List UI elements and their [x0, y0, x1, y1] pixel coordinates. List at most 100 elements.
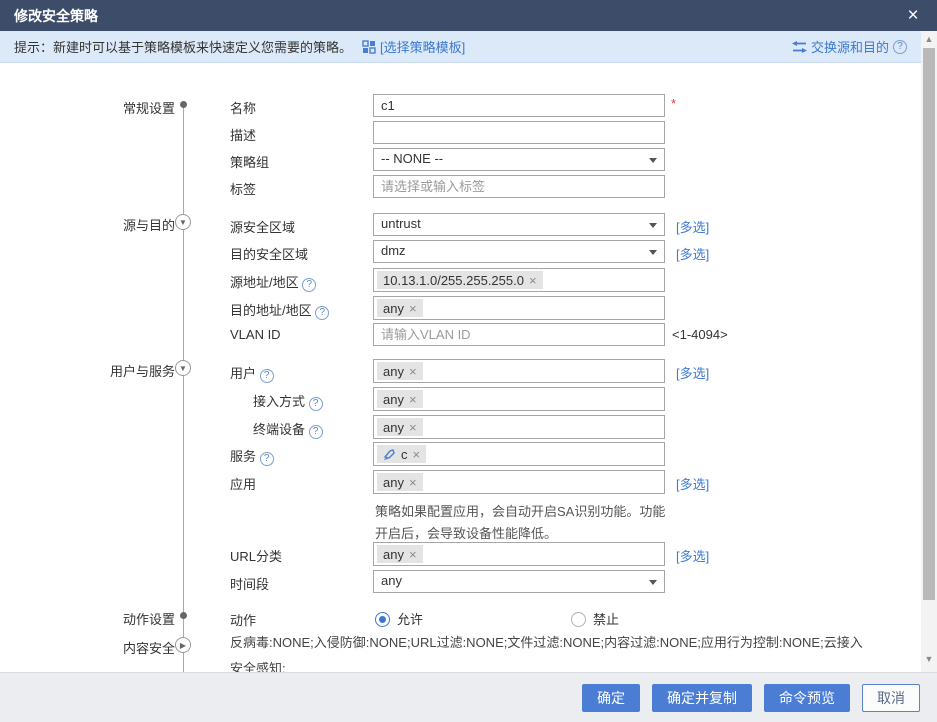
remove-tag-icon[interactable]: × — [409, 547, 417, 562]
application-tagbox[interactable]: any× — [373, 470, 665, 494]
src-zone-value: untrust — [381, 216, 421, 231]
chevron-down-icon — [649, 158, 657, 163]
src-addr-label: 源地址/地区 ? — [230, 272, 316, 292]
time-range-select[interactable]: any — [373, 570, 665, 593]
scroll-up-icon[interactable]: ▲ — [921, 34, 937, 44]
dialog-footer: 确定 确定并复制 命令预览 取消 — [0, 672, 937, 722]
deny-label: 禁止 — [593, 612, 619, 627]
chevron-down-icon — [649, 580, 657, 585]
access-mode-tagbox[interactable]: any× — [373, 387, 665, 411]
remove-tag-icon[interactable]: × — [409, 475, 417, 490]
modify-security-policy-dialog: 修改安全策略 × 提示：新建时可以基于策略模板来快速定义您需要的策略。 [选择策… — [0, 0, 937, 722]
terminal-row: 终端设备 ? any× — [0, 415, 937, 439]
src-zone-select[interactable]: untrust — [373, 213, 665, 236]
command-preview-button[interactable]: 命令预览 — [764, 684, 850, 712]
help-icon[interactable]: ? — [893, 40, 907, 54]
close-icon[interactable]: × — [901, 4, 925, 28]
remove-tag-icon[interactable]: × — [409, 420, 417, 435]
expand-icon[interactable]: ▶ — [175, 637, 191, 653]
remove-tag-icon[interactable]: × — [409, 364, 417, 379]
src-zone-multi-link[interactable]: [多选] — [676, 217, 709, 236]
dst-addr-label: 目的地址/地区 ? — [230, 300, 329, 320]
policy-group-value: -- NONE -- — [381, 151, 443, 166]
swap-source-dest-link[interactable]: 交换源和目的 — [811, 37, 889, 56]
tag-chip: any× — [377, 418, 423, 436]
action-label: 动作 — [230, 610, 256, 629]
dst-addr-tagbox[interactable]: any× — [373, 296, 665, 320]
tag-chip: any× — [377, 362, 423, 380]
scroll-down-icon[interactable]: ▼ — [921, 654, 937, 664]
service-row: 服务 ? c× — [0, 442, 937, 466]
action-row: 动作 允许 禁止 — [0, 606, 937, 630]
tag-chip: 10.13.1.0/255.255.255.0× — [377, 271, 543, 289]
application-label: 应用 — [230, 474, 256, 493]
terminal-tagbox[interactable]: any× — [373, 415, 665, 439]
tag-row: 标签 — [0, 175, 937, 199]
src-addr-tagbox[interactable]: 10.13.1.0/255.255.255.0× — [373, 268, 665, 292]
user-multi-link[interactable]: [多选] — [676, 363, 709, 382]
content-security-summary: 反病毒:NONE;入侵防御:NONE;URL过滤:NONE;文件过滤:NONE;… — [230, 630, 875, 672]
service-object-icon — [383, 448, 396, 461]
user-tagbox[interactable]: any× — [373, 359, 665, 383]
policy-group-label: 策略组 — [230, 152, 269, 171]
section-content-security: 内容安全 — [123, 638, 175, 657]
src-addr-row: 源地址/地区 ? 10.13.1.0/255.255.255.0× — [0, 268, 937, 292]
vlan-label: VLAN ID — [230, 327, 281, 342]
help-icon[interactable]: ? — [309, 425, 323, 439]
help-icon[interactable]: ? — [260, 369, 274, 383]
required-asterisk: * — [671, 96, 676, 111]
dst-zone-label: 目的安全区域 — [230, 244, 308, 263]
dst-zone-multi-link[interactable]: [多选] — [676, 244, 709, 263]
dst-zone-value: dmz — [381, 243, 406, 258]
tag-chip: any× — [377, 545, 423, 563]
remove-tag-icon[interactable]: × — [409, 301, 417, 316]
dialog-titlebar: 修改安全策略 × — [0, 0, 937, 31]
remove-tag-icon[interactable]: × — [529, 273, 537, 288]
remove-tag-icon[interactable]: × — [413, 447, 421, 462]
user-row: 用户 ? any× [多选] — [0, 359, 937, 383]
dst-zone-select[interactable]: dmz — [373, 240, 665, 263]
help-icon[interactable]: ? — [302, 278, 316, 292]
vlan-input[interactable] — [373, 323, 665, 346]
deny-radio[interactable] — [571, 612, 586, 627]
src-zone-row: 源安全区域 untrust [多选] — [0, 213, 937, 237]
template-icon — [362, 40, 376, 54]
description-input[interactable] — [373, 121, 665, 144]
swap-source-dest-icon — [792, 41, 807, 53]
description-label: 描述 — [230, 125, 256, 144]
service-label: 服务 ? — [230, 446, 274, 466]
time-range-value: any — [381, 573, 402, 588]
help-icon[interactable]: ? — [260, 452, 274, 466]
content-security-line1: 反病毒:NONE;入侵防御:NONE;URL过滤:NONE;文件过滤:NONE;… — [230, 630, 875, 672]
application-note: 策略如果配置应用，会自动开启SA识别功能。功能开启后，会导致设备性能降低。 — [375, 501, 677, 545]
cancel-button[interactable]: 取消 — [862, 684, 920, 712]
src-zone-label: 源安全区域 — [230, 217, 295, 236]
name-row: 名称 * — [0, 94, 937, 118]
description-row: 描述 — [0, 121, 937, 145]
url-category-tagbox[interactable]: any× — [373, 542, 665, 566]
service-tagbox[interactable]: c× — [373, 442, 665, 466]
ok-and-copy-button[interactable]: 确定并复制 — [652, 684, 752, 712]
name-input[interactable] — [373, 94, 665, 117]
policy-group-select[interactable]: -- NONE -- — [373, 148, 665, 171]
chevron-down-icon — [649, 250, 657, 255]
access-mode-label: 接入方式 ? — [253, 391, 323, 411]
time-range-label: 时间段 — [230, 574, 269, 593]
application-row: 应用 any× [多选] — [0, 470, 937, 494]
allow-radio[interactable] — [375, 612, 390, 627]
select-policy-template-link[interactable]: [选择策略模板] — [380, 37, 465, 56]
terminal-label: 终端设备 ? — [253, 419, 323, 439]
dst-addr-row: 目的地址/地区 ? any× — [0, 296, 937, 320]
help-icon[interactable]: ? — [315, 306, 329, 320]
allow-label: 允许 — [397, 612, 423, 627]
help-icon[interactable]: ? — [309, 397, 323, 411]
ok-button[interactable]: 确定 — [582, 684, 640, 712]
tag-chip: any× — [377, 390, 423, 408]
hint-text: 提示：新建时可以基于策略模板来快速定义您需要的策略。 — [14, 37, 352, 56]
application-multi-link[interactable]: [多选] — [676, 474, 709, 493]
remove-tag-icon[interactable]: × — [409, 392, 417, 407]
policy-group-row: 策略组 -- NONE -- — [0, 148, 937, 172]
url-category-multi-link[interactable]: [多选] — [676, 546, 709, 565]
tag-input[interactable] — [373, 175, 665, 198]
url-category-label: URL分类 — [230, 546, 282, 565]
